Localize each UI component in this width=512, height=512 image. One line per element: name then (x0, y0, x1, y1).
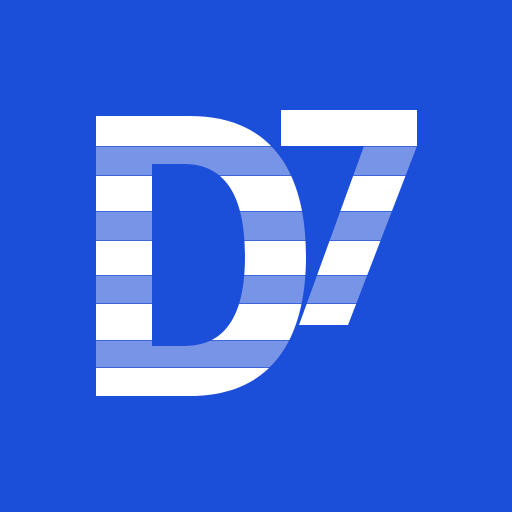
stripe (0, 275, 512, 304)
d7-logo (0, 0, 512, 512)
stripe (0, 146, 512, 176)
stripe (0, 340, 512, 368)
app-icon-canvas (0, 0, 512, 512)
glyph-group (0, 0, 512, 512)
glyph-fill (0, 0, 512, 512)
stripe (0, 211, 512, 241)
